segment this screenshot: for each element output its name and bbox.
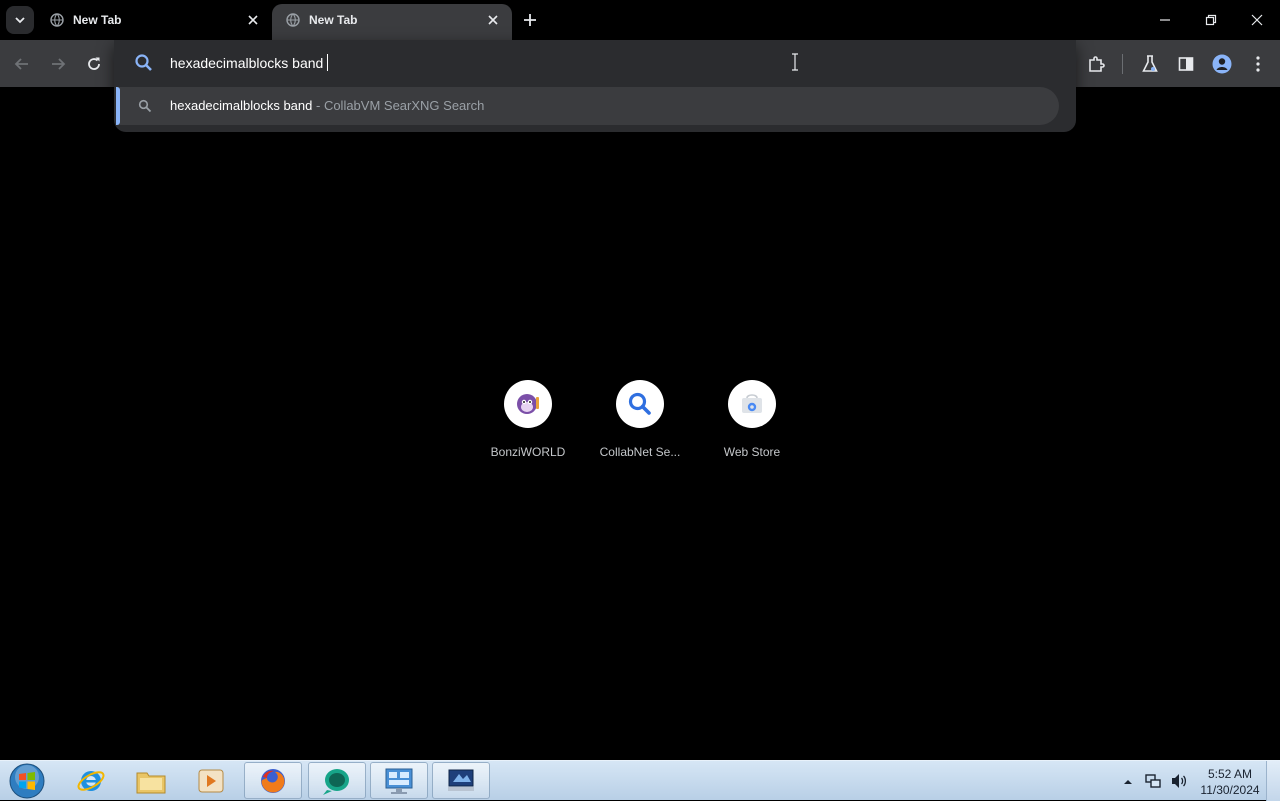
profile-button[interactable] bbox=[1208, 50, 1236, 78]
toolbar-separator bbox=[1122, 54, 1123, 74]
shortcut-icon-circle bbox=[616, 380, 664, 428]
taskbar-collabvm[interactable] bbox=[308, 762, 366, 799]
kebab-menu-icon bbox=[1256, 56, 1260, 72]
back-button[interactable] bbox=[8, 50, 36, 78]
text-caret bbox=[327, 54, 329, 71]
plus-icon bbox=[524, 14, 536, 26]
shortcut-label: CollabNet Se... bbox=[599, 445, 681, 459]
media-player-icon bbox=[198, 769, 224, 792]
minimize-button[interactable] bbox=[1142, 0, 1188, 40]
menu-button[interactable] bbox=[1244, 50, 1272, 78]
shortcut-web-store[interactable]: Web Store bbox=[696, 380, 808, 470]
close-icon bbox=[248, 15, 258, 25]
show-hidden-icons-button[interactable] bbox=[1123, 774, 1133, 792]
avatar-icon bbox=[1212, 54, 1232, 74]
suggestion-query: hexadecimalblocks band bbox=[170, 98, 313, 113]
tab-title: New Tab bbox=[73, 13, 122, 27]
reload-button[interactable] bbox=[80, 50, 108, 78]
flask-icon bbox=[1142, 55, 1158, 72]
start-button[interactable] bbox=[4, 762, 50, 800]
remote-desktop-icon bbox=[448, 769, 474, 791]
shortcut-icon-circle bbox=[504, 380, 552, 428]
webstore-icon bbox=[742, 394, 762, 413]
tab-search-button[interactable] bbox=[6, 6, 34, 34]
taskbar-media-player[interactable] bbox=[182, 762, 240, 799]
close-window-button[interactable] bbox=[1234, 0, 1280, 40]
shortcut-label: BonziWORLD bbox=[490, 445, 566, 459]
chevron-down-icon bbox=[15, 17, 25, 24]
taskbar-internet-explorer[interactable] bbox=[62, 762, 120, 799]
labs-button[interactable] bbox=[1136, 50, 1164, 78]
search-icon bbox=[135, 54, 152, 71]
close-tab-button[interactable] bbox=[482, 9, 504, 31]
side-panel-button[interactable] bbox=[1172, 50, 1200, 78]
tab-new-tab-1[interactable]: New Tab bbox=[36, 0, 272, 40]
windows-taskbar: 5:52 AM 11/30/2024 bbox=[0, 760, 1280, 801]
suggestion-separator: - bbox=[312, 98, 324, 113]
windows-logo-icon bbox=[9, 763, 45, 799]
clock-date: 11/30/2024 bbox=[1200, 783, 1260, 797]
network-tray-icon[interactable] bbox=[1144, 772, 1162, 795]
shortcut-label: Web Store bbox=[723, 445, 781, 459]
magnifier-icon bbox=[628, 392, 651, 415]
taskbar-remote-desktop[interactable] bbox=[432, 762, 490, 799]
volume-tray-icon[interactable] bbox=[1170, 772, 1188, 795]
new-tab-button[interactable] bbox=[518, 8, 542, 32]
omnibox-suggestion[interactable]: hexadecimalblocks band - CollabVM SearXN… bbox=[116, 87, 1059, 125]
search-icon bbox=[138, 99, 152, 113]
puzzle-icon bbox=[1089, 56, 1105, 72]
bonzi-icon bbox=[517, 394, 539, 414]
close-tab-button[interactable] bbox=[242, 9, 264, 31]
taskbar-file-explorer[interactable] bbox=[122, 762, 180, 799]
control-panel-icon bbox=[385, 768, 413, 794]
globe-icon bbox=[286, 13, 300, 27]
tab-title: New Tab bbox=[309, 13, 358, 27]
reload-icon bbox=[88, 57, 100, 70]
taskbar-control-panel[interactable] bbox=[370, 762, 428, 799]
side-panel-icon bbox=[1178, 57, 1194, 71]
omnibox-dropdown: hexadecimalblocks band hexadecimalblocks… bbox=[114, 40, 1076, 132]
omnibox-text: hexadecimalblocks band bbox=[170, 54, 329, 71]
extensions-button[interactable] bbox=[1082, 50, 1110, 78]
close-icon bbox=[1251, 14, 1263, 26]
selection-indicator bbox=[116, 87, 120, 125]
tab-strip: New Tab New Tab bbox=[0, 0, 1280, 40]
tab-new-tab-2[interactable]: New Tab bbox=[272, 0, 512, 40]
firefox-icon bbox=[261, 768, 285, 793]
internet-explorer-icon bbox=[77, 770, 105, 791]
shortcut-bonziworld[interactable]: BonziWORLD bbox=[472, 380, 584, 470]
taskbar-clock[interactable]: 5:52 AM 11/30/2024 bbox=[1196, 766, 1264, 798]
suggestion-text: hexadecimalblocks band - CollabVM SearXN… bbox=[170, 98, 484, 113]
suggestion-engine: CollabVM SearXNG Search bbox=[323, 98, 485, 113]
shortcut-icon-circle bbox=[728, 380, 776, 428]
forward-button[interactable] bbox=[44, 50, 72, 78]
restore-button[interactable] bbox=[1188, 0, 1234, 40]
minimize-icon bbox=[1160, 19, 1170, 21]
arrow-right-icon bbox=[52, 58, 66, 70]
arrow-left-icon bbox=[14, 58, 28, 70]
network-icon bbox=[1145, 774, 1161, 788]
folder-icon bbox=[136, 772, 166, 793]
ibeam-cursor-icon bbox=[792, 53, 798, 71]
omnibox-input[interactable]: hexadecimalblocks band bbox=[114, 40, 1076, 86]
clock-time: 5:52 AM bbox=[1207, 767, 1253, 781]
shortcut-collabnet-search[interactable]: CollabNet Se... bbox=[584, 380, 696, 470]
globe-icon bbox=[50, 13, 64, 27]
collabvm-icon bbox=[323, 768, 349, 795]
taskbar-firefox[interactable] bbox=[244, 762, 302, 799]
speaker-icon bbox=[1172, 774, 1187, 788]
show-desktop-button[interactable] bbox=[1266, 761, 1280, 801]
chevron-up-icon bbox=[1124, 780, 1132, 784]
close-icon bbox=[488, 15, 498, 25]
restore-icon bbox=[1205, 14, 1217, 26]
